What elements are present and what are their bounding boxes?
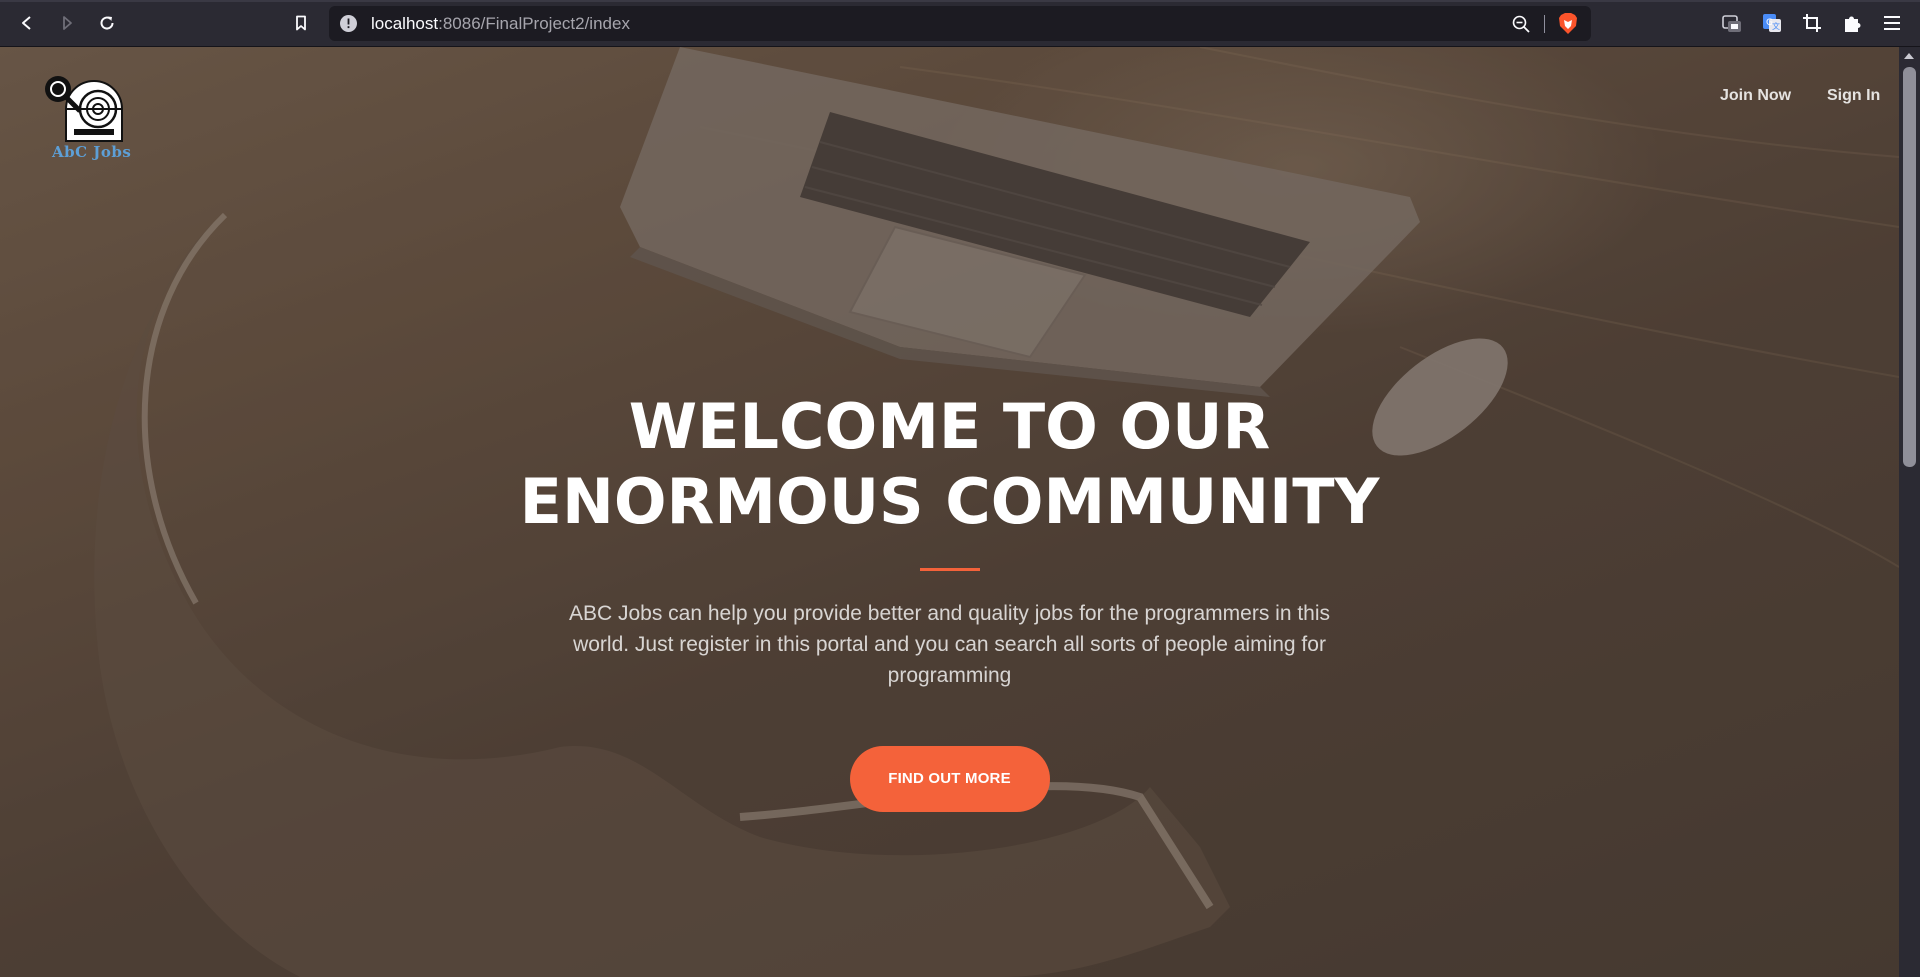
abc-jobs-logo[interactable]	[40, 71, 150, 181]
translate-icon[interactable]: G文	[1760, 11, 1784, 35]
browser-toolbar: localhost:8086/FinalProject2/index G文	[0, 0, 1920, 47]
forward-arrow-icon[interactable]	[52, 8, 82, 38]
page-viewport: AbC Jobs Join Now Sign In WELCOME TO OUR…	[0, 47, 1899, 977]
brave-shields-icon[interactable]	[1557, 12, 1579, 35]
url-text[interactable]: localhost:8086/FinalProject2/index	[371, 14, 630, 33]
scrollbar-thumb[interactable]	[1903, 67, 1916, 467]
site-navbar: AbC Jobs Join Now Sign In	[0, 47, 1899, 167]
extensions-puzzle-icon[interactable]	[1840, 11, 1864, 35]
logo-icon	[45, 76, 123, 142]
svg-text:文: 文	[1772, 21, 1780, 31]
scroll-up-arrow-icon[interactable]	[1904, 53, 1914, 59]
hero-description: ABC Jobs can help you provide better and…	[568, 602, 1331, 687]
zoom-out-icon[interactable]	[1511, 14, 1531, 34]
logo-text[interactable]: AbC Jobs	[52, 143, 131, 161]
url-path: :8086/FinalProject2/index	[438, 14, 630, 33]
reload-icon[interactable]	[92, 8, 122, 38]
site-info-icon[interactable]	[339, 14, 358, 33]
find-out-more-button[interactable]: FIND OUT MORE	[849, 746, 1050, 812]
page-scrollbar[interactable]	[1899, 47, 1920, 977]
hero-divider	[919, 568, 980, 571]
tab-manager-icon[interactable]	[1720, 11, 1744, 35]
join-now-link[interactable]: Join Now	[1720, 87, 1791, 105]
screenshot-crop-icon[interactable]	[1800, 11, 1824, 35]
hero-title: WELCOME TO OUR ENORMOUS COMMUNITY	[519, 390, 1380, 538]
url-bar[interactable]: localhost:8086/FinalProject2/index	[329, 6, 1591, 41]
hero-section: WELCOME TO OUR ENORMOUS COMMUNITY ABC Jo…	[0, 389, 1899, 812]
menu-hamburger-icon[interactable]	[1880, 11, 1904, 35]
back-arrow-icon[interactable]	[12, 8, 42, 38]
url-bar-separator	[1544, 15, 1545, 33]
sign-in-link[interactable]: Sign In	[1827, 87, 1880, 105]
url-host: localhost	[371, 14, 439, 33]
tab-strip-edge	[0, 0, 1920, 2]
bookmark-icon[interactable]	[286, 8, 316, 38]
